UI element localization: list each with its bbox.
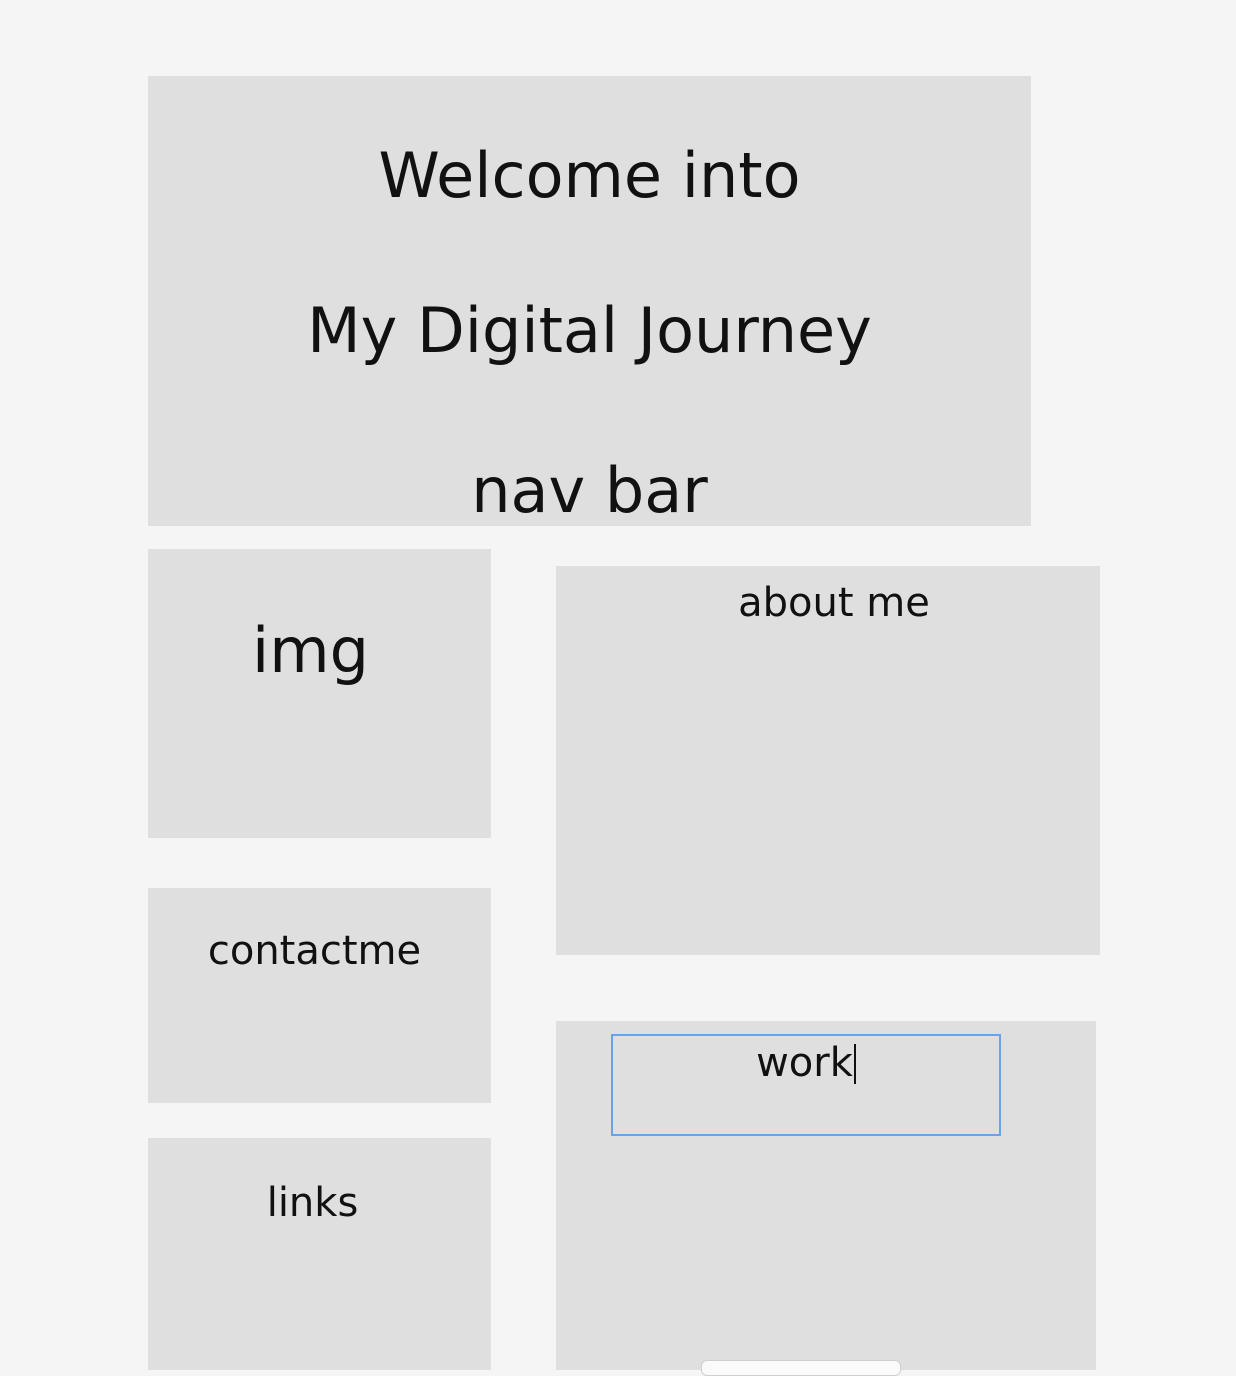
- work-box[interactable]: work: [556, 1021, 1096, 1376]
- work-text-line: work: [613, 1040, 999, 1086]
- header-title-line-1: Welcome into: [378, 139, 801, 212]
- about-me-label: about me: [738, 580, 930, 626]
- header-box[interactable]: Welcome into My Digital Journey nav bar: [148, 76, 1031, 527]
- text-caret: [853, 1044, 856, 1084]
- nav-bar-label: nav bar: [471, 454, 708, 527]
- contact-me-label: contactme: [207, 928, 422, 974]
- about-me-box[interactable]: about me: [556, 566, 1100, 955]
- floating-toolbar[interactable]: [701, 1360, 901, 1376]
- image-box[interactable]: img: [148, 549, 491, 838]
- work-text-input[interactable]: work: [611, 1034, 1001, 1136]
- image-placeholder-label: img: [252, 614, 369, 687]
- work-label: work: [756, 1040, 853, 1086]
- header-title-line-2: My Digital Journey: [307, 294, 872, 367]
- contact-me-box[interactable]: contactme: [148, 888, 491, 1103]
- links-label: links: [266, 1180, 359, 1226]
- links-box[interactable]: links: [148, 1138, 491, 1370]
